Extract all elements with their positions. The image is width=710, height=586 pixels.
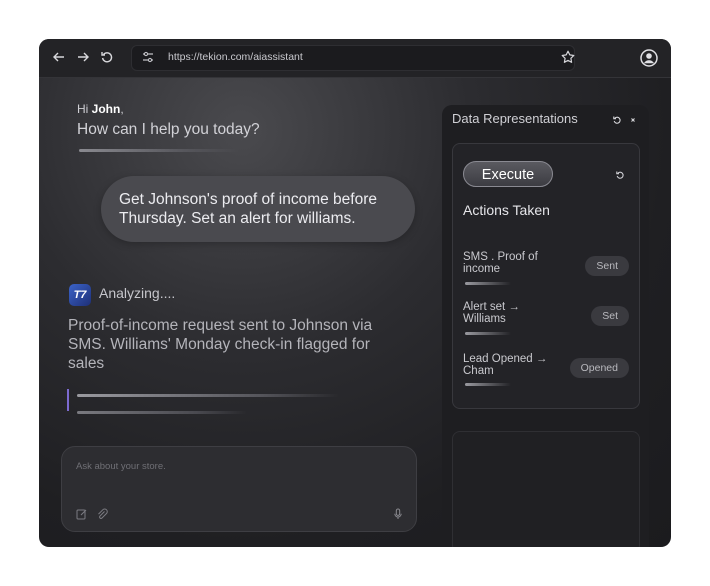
data-representations-panel: Data Representations Execute Actions Tak… — [442, 105, 649, 547]
secondary-card — [452, 431, 640, 547]
assistant-response: Proof-of-income request sent to Johnson … — [68, 317, 373, 372]
action-progress-line — [465, 282, 511, 285]
action-item: SMS . Proof of income Sent — [463, 251, 633, 291]
execute-button[interactable]: Execute — [463, 161, 553, 187]
site-settings-icon[interactable] — [141, 50, 155, 64]
chat-input[interactable]: Ask about your store. — [61, 446, 417, 532]
browser-window: https://tekion.com/aiassistant Hi John, … — [39, 39, 671, 547]
greeting: Hi John, — [77, 102, 124, 116]
action-status-badge[interactable]: Sent — [585, 256, 629, 276]
panel-title: Data Representations — [452, 111, 578, 126]
user-message-bubble: Get Johnson's proof of income before Thu… — [101, 176, 415, 242]
greeting-underline — [79, 149, 239, 152]
url-text[interactable]: https://tekion.com/aiassistant — [168, 51, 303, 63]
actions-title: Actions Taken — [463, 202, 550, 218]
analyzing-status: Analyzing.... — [99, 285, 176, 301]
action-progress-line — [465, 383, 511, 386]
browser-toolbar: https://tekion.com/aiassistant — [39, 39, 671, 78]
panel-refresh-icon[interactable] — [612, 115, 622, 125]
forward-icon[interactable] — [75, 49, 91, 65]
action-status-badge[interactable]: Opened — [569, 358, 629, 378]
address-bar[interactable]: https://tekion.com/aiassistant — [131, 45, 575, 71]
reload-icon[interactable] — [99, 49, 115, 65]
greeting-question: How can I help you today? — [77, 121, 260, 138]
edit-icon[interactable] — [76, 507, 88, 520]
action-status-badge[interactable]: Set — [591, 306, 629, 326]
back-icon[interactable] — [51, 49, 67, 65]
profile-icon[interactable] — [640, 49, 658, 67]
action-label: Alert set → Williams — [463, 301, 520, 325]
typing-caret — [67, 389, 69, 411]
assistant-logo-icon: T7 — [69, 284, 91, 306]
action-label: Lead Opened → Cham — [463, 353, 548, 377]
card-refresh-icon[interactable] — [615, 170, 625, 180]
action-item: Alert set → Williams Set — [463, 301, 633, 341]
action-progress-line — [465, 332, 511, 335]
actions-card: Execute Actions Taken SMS . Proof of inc… — [452, 143, 640, 409]
chat-input-placeholder: Ask about your store. — [76, 461, 166, 472]
panel-close-icon[interactable] — [628, 115, 638, 125]
loading-line — [77, 411, 247, 414]
bookmark-star-icon[interactable] — [560, 49, 576, 65]
greeting-name: John — [91, 102, 121, 116]
action-label: SMS . Proof of income — [463, 251, 538, 275]
attachment-icon[interactable] — [96, 507, 108, 519]
action-item: Lead Opened → Cham Opened — [463, 353, 633, 393]
user-message-text: Get Johnson's proof of income before Thu… — [119, 191, 377, 227]
microphone-icon[interactable] — [392, 507, 404, 519]
loading-line — [77, 394, 339, 397]
